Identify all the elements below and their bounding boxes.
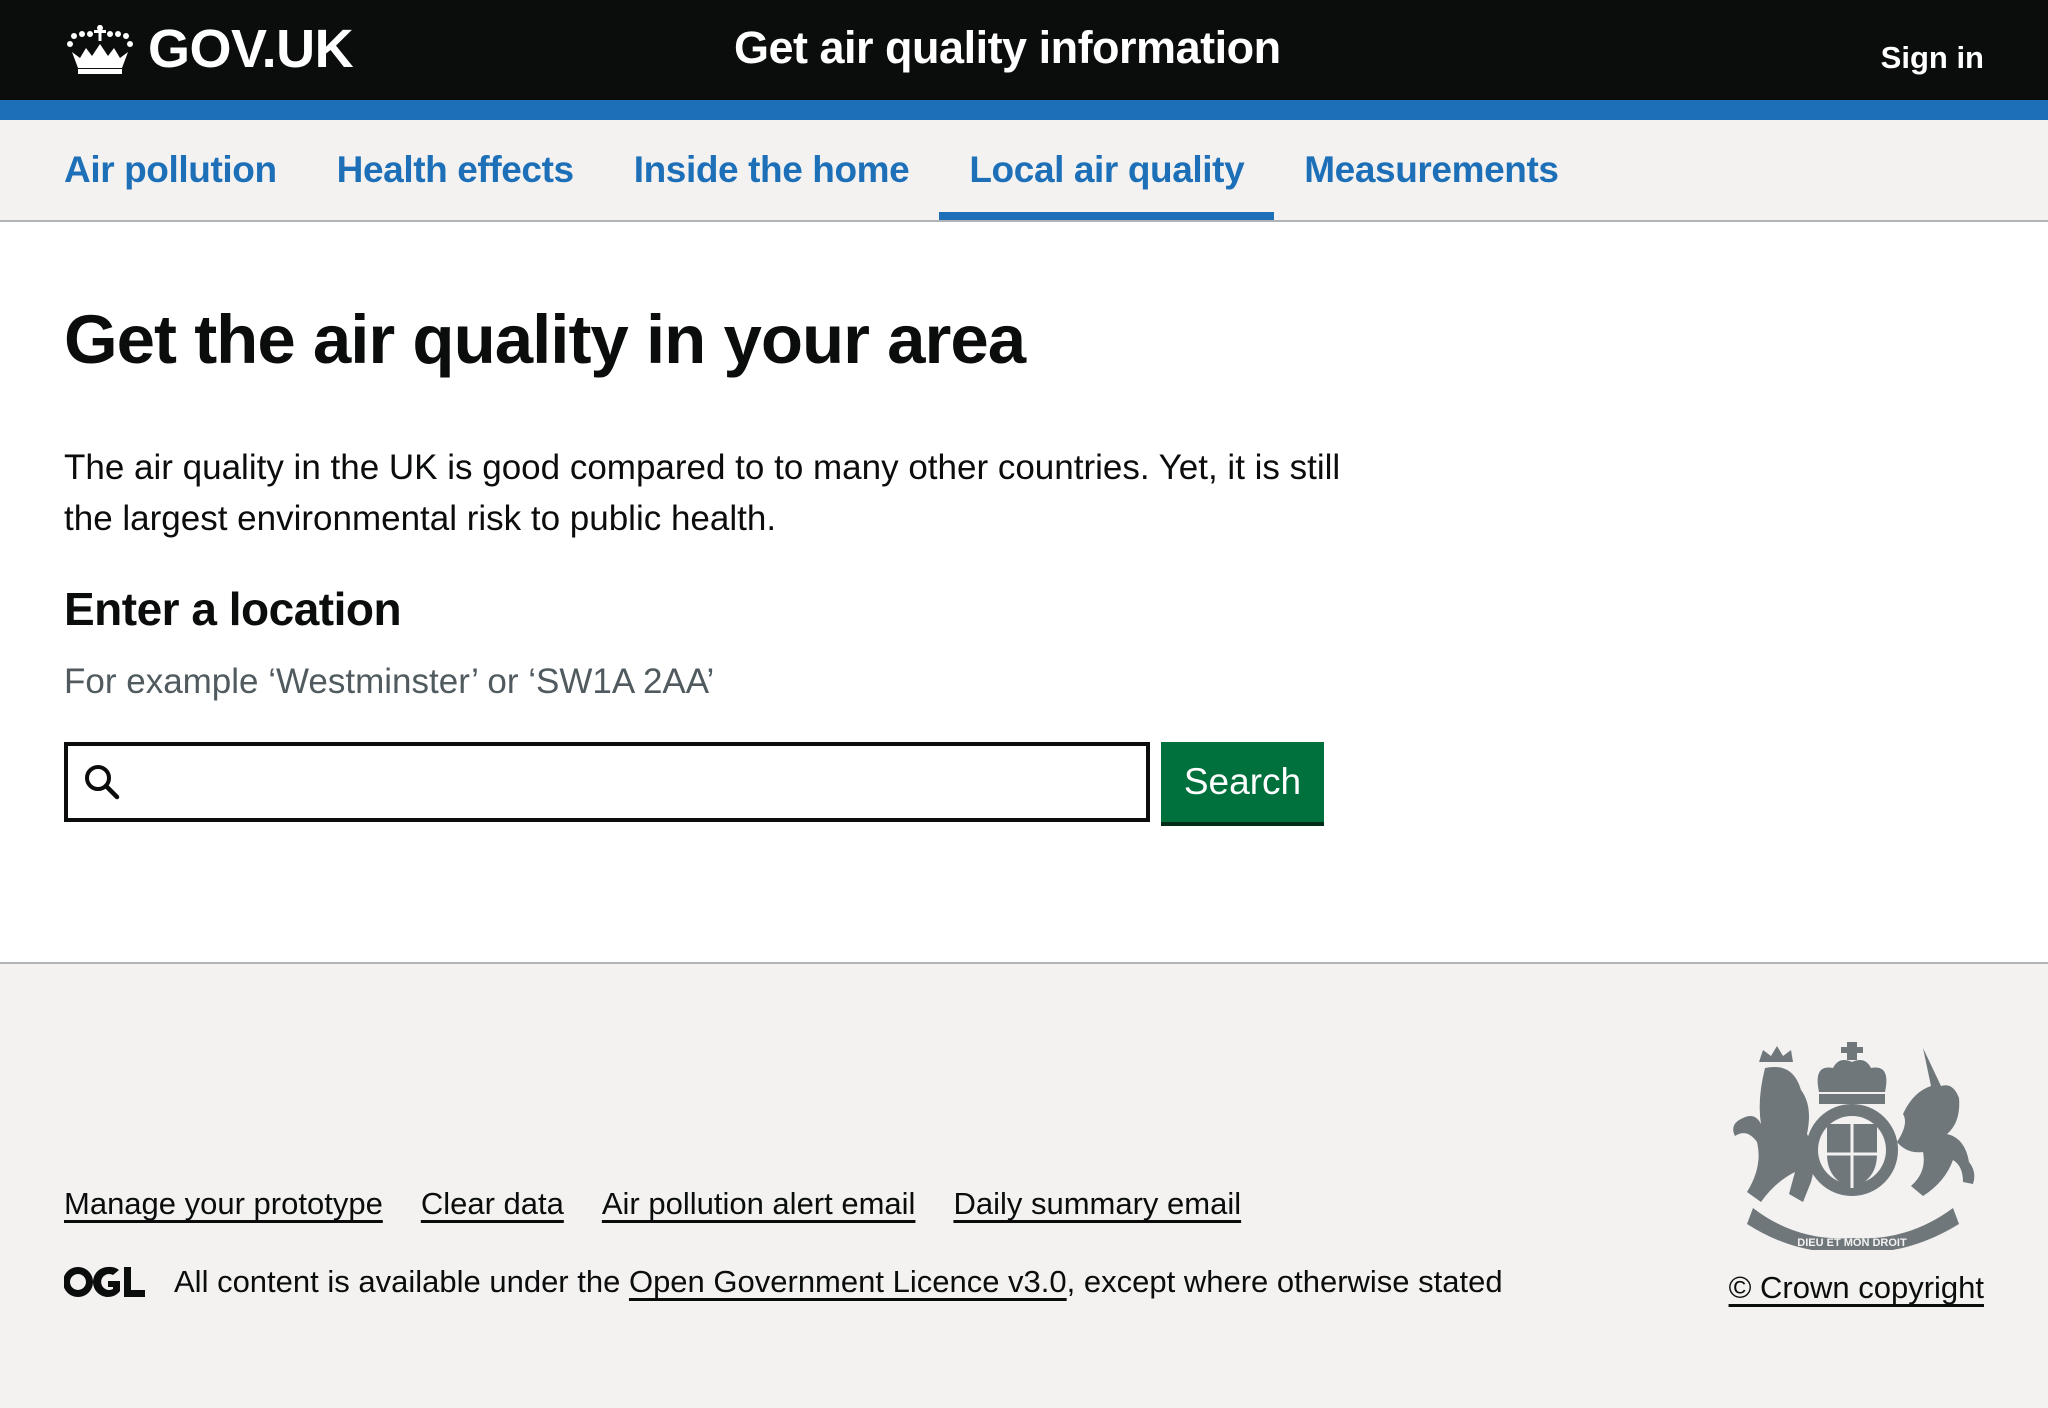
footer-link-air-pollution-alert-email[interactable]: Air pollution alert email [602,1186,916,1222]
location-label: Enter a location [64,583,402,635]
page-title: Get the air quality in your area [64,301,1026,378]
govuk-logo-link[interactable]: GOV.UK [64,18,354,80]
licence-info: All content is available under the Open … [64,1264,1503,1300]
royal-coat-of-arms-icon: DIEU ET MON DROIT [1733,1042,1975,1250]
logo-text: GOV.UK [148,19,354,79]
sign-in-link[interactable]: Sign in [1881,40,1984,76]
intro-paragraph: The air quality in the UK is good compar… [64,448,1341,538]
crown-icon [67,25,133,74]
site-header: GOV.UK Get air quality information Sign … [0,0,2048,100]
service-navigation: Air pollution Health effects Inside the … [0,120,2048,222]
header-blue-bar [0,100,2048,120]
nav-list: Air pollution Health effects Inside the … [64,120,1589,220]
licence-prefix: All content is available under the [174,1264,629,1299]
crown-copyright-link[interactable]: © Crown copyright [1729,1270,1984,1306]
nav-item-air-pollution[interactable]: Air pollution [64,120,307,220]
site-footer: Manage your prototype Clear data Air pol… [0,962,2048,1408]
nav-item-health-effects[interactable]: Health effects [307,120,604,220]
location-hint: For example ‘Westminster’ or ‘SW1A 2AA’ [64,662,715,701]
footer-links: Manage your prototype Clear data Air pol… [64,1186,1279,1222]
service-name-link[interactable]: Get air quality information [734,22,1281,74]
ogl-logo-icon [64,1266,145,1297]
licence-text: All content is available under the Open … [174,1264,1503,1300]
licence-suffix: , except where otherwise stated [1066,1264,1503,1299]
footer-link-manage-prototype[interactable]: Manage your prototype [64,1186,383,1222]
search-button[interactable]: Search [1161,742,1324,822]
nav-item-local-air-quality[interactable]: Local air quality [939,120,1275,220]
search-icon [85,765,120,800]
location-search-field[interactable] [64,742,1150,822]
nav-item-inside-the-home[interactable]: Inside the home [604,120,940,220]
location-search-input[interactable] [134,746,1144,818]
footer-link-daily-summary-email[interactable]: Daily summary email [953,1186,1241,1222]
svg-text:DIEU ET MON DROIT: DIEU ET MON DROIT [1797,1237,1907,1249]
open-government-licence-link[interactable]: Open Government Licence v3.0 [629,1264,1067,1299]
nav-item-measurements[interactable]: Measurements [1274,120,1588,220]
footer-link-clear-data[interactable]: Clear data [421,1186,564,1222]
